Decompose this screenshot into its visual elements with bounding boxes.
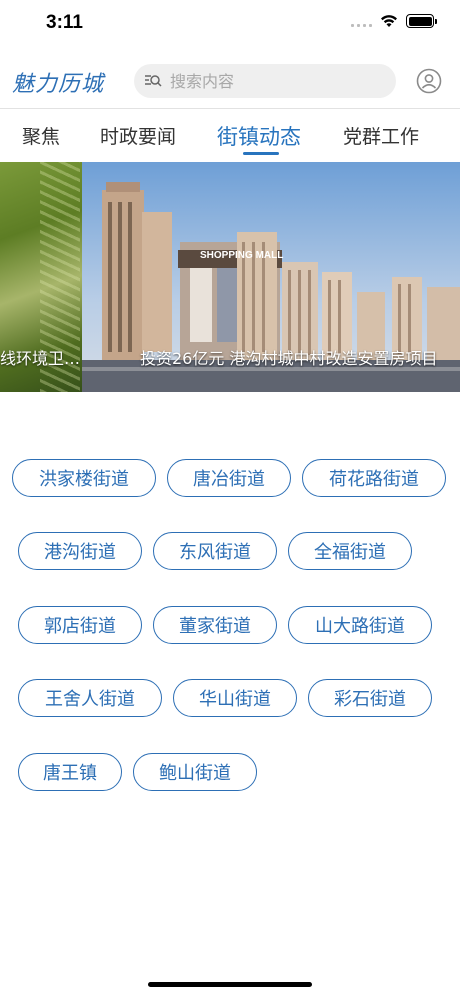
banner-caption-previous: 线环境卫…: [0, 349, 81, 368]
street-button[interactable]: 唐冶街道: [167, 459, 291, 497]
tab-focus[interactable]: 聚焦: [22, 122, 60, 149]
status-bar: 3:11: [0, 0, 460, 50]
status-time: 3:11: [46, 12, 83, 33]
app-header: 魅力历城: [0, 56, 460, 108]
home-indicator[interactable]: [148, 982, 312, 987]
header-divider: [0, 108, 460, 109]
street-button[interactable]: 港沟街道: [18, 532, 142, 570]
app-logo: 魅力历城: [12, 72, 105, 97]
wifi-icon: [381, 15, 397, 27]
street-button[interactable]: 荷花路街道: [302, 459, 446, 497]
category-tabs: 聚焦 时政要闻 街镇动态 党群工作: [0, 112, 460, 160]
banner-caption-current: 投资26亿元 港沟村城中村改造安置房项目: [140, 349, 438, 368]
status-icons: [351, 14, 437, 28]
street-button[interactable]: 全福街道: [288, 532, 412, 570]
street-button[interactable]: 山大路街道: [288, 606, 432, 644]
street-button[interactable]: 华山街道: [173, 679, 297, 717]
search-input[interactable]: [170, 71, 380, 91]
street-button[interactable]: 郭店街道: [18, 606, 142, 644]
search-bar[interactable]: [134, 64, 396, 98]
mall-sign-text: SHOPPING MALL: [200, 250, 284, 261]
user-profile-icon[interactable]: [416, 68, 442, 94]
cellular-signal-icon: [351, 15, 372, 27]
tab-street-news[interactable]: 街镇动态: [217, 121, 301, 151]
tab-party-work[interactable]: 党群工作: [343, 122, 419, 149]
street-button[interactable]: 唐王镇: [18, 753, 122, 791]
street-button[interactable]: 王舍人街道: [18, 679, 162, 717]
street-button[interactable]: 鲍山街道: [133, 753, 257, 791]
banner-carousel[interactable]: SHOPPING MALL 线环境卫… 投资26亿元 港沟村城中村改造安置房项目: [0, 162, 460, 392]
street-button[interactable]: 彩石街道: [308, 679, 432, 717]
search-icon: [145, 75, 162, 87]
street-button[interactable]: 东风街道: [153, 532, 277, 570]
tab-politics-news[interactable]: 时政要闻: [100, 122, 176, 149]
street-button[interactable]: 董家街道: [153, 606, 277, 644]
street-button[interactable]: 洪家楼街道: [12, 459, 156, 497]
active-tab-indicator: [243, 152, 279, 155]
battery-icon: [406, 14, 437, 28]
